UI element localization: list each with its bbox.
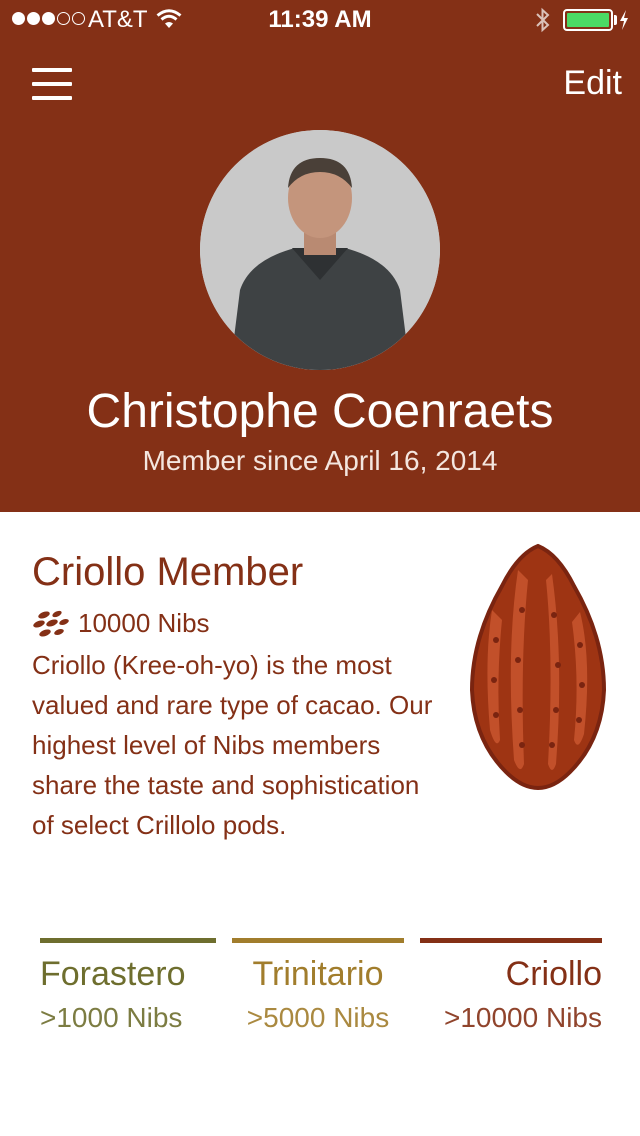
nibs-icon <box>33 610 69 636</box>
nibs-balance: 10000 Nibs <box>32 608 442 639</box>
status-bar: AT&T 11:39 AM <box>0 0 640 40</box>
avatar-photo <box>200 130 440 370</box>
tier-name: Criollo <box>505 955 602 993</box>
nibs-count: 10000 Nibs <box>78 608 210 638</box>
battery-icon <box>563 9 613 31</box>
hamburger-menu-icon <box>32 96 72 100</box>
tier-bar <box>40 938 216 943</box>
membership-card: Criollo Member 10000 Nibs Criollo (Kree-… <box>32 548 442 845</box>
charging-icon <box>620 10 628 30</box>
tier-criollo: Criollo >10000 Nibs <box>420 938 602 1034</box>
battery-level <box>567 13 609 27</box>
profile-header: AT&T 11:39 AM Edit Christophe Coenraets … <box>0 0 640 512</box>
profile-name: Christophe Coenraets <box>86 385 554 438</box>
tier-requirement: >5000 Nibs <box>246 1002 390 1033</box>
membership-description: Criollo (Kree-oh-yo) is the most valued … <box>32 650 433 840</box>
tier-bar <box>420 938 602 943</box>
tier-bar <box>232 938 404 943</box>
tier-name: Trinitario <box>252 955 384 993</box>
bluetooth-icon <box>536 7 550 33</box>
cacao-pod-icon <box>469 543 607 791</box>
tier-requirement: >1000 Nibs <box>40 1002 183 1033</box>
tier-trinitario: Trinitario >5000 Nibs <box>232 938 404 1034</box>
membership-tiers: Forastero >1000 Nibs Trinitario >5000 Ni… <box>40 938 602 1048</box>
member-since: Member since April 16, 2014 <box>142 445 498 476</box>
membership-title: Criollo Member <box>32 550 304 594</box>
hamburger-menu-icon <box>32 82 72 86</box>
edit-button[interactable]: Edit <box>563 64 622 103</box>
hamburger-menu-icon <box>32 68 72 72</box>
battery-tip <box>614 15 617 25</box>
tier-requirement: >10000 Nibs <box>443 1002 602 1033</box>
tier-forastero: Forastero >1000 Nibs <box>40 938 216 1034</box>
avatar <box>200 130 440 370</box>
tier-name: Forastero <box>40 955 186 993</box>
menu-button[interactable] <box>32 68 72 100</box>
